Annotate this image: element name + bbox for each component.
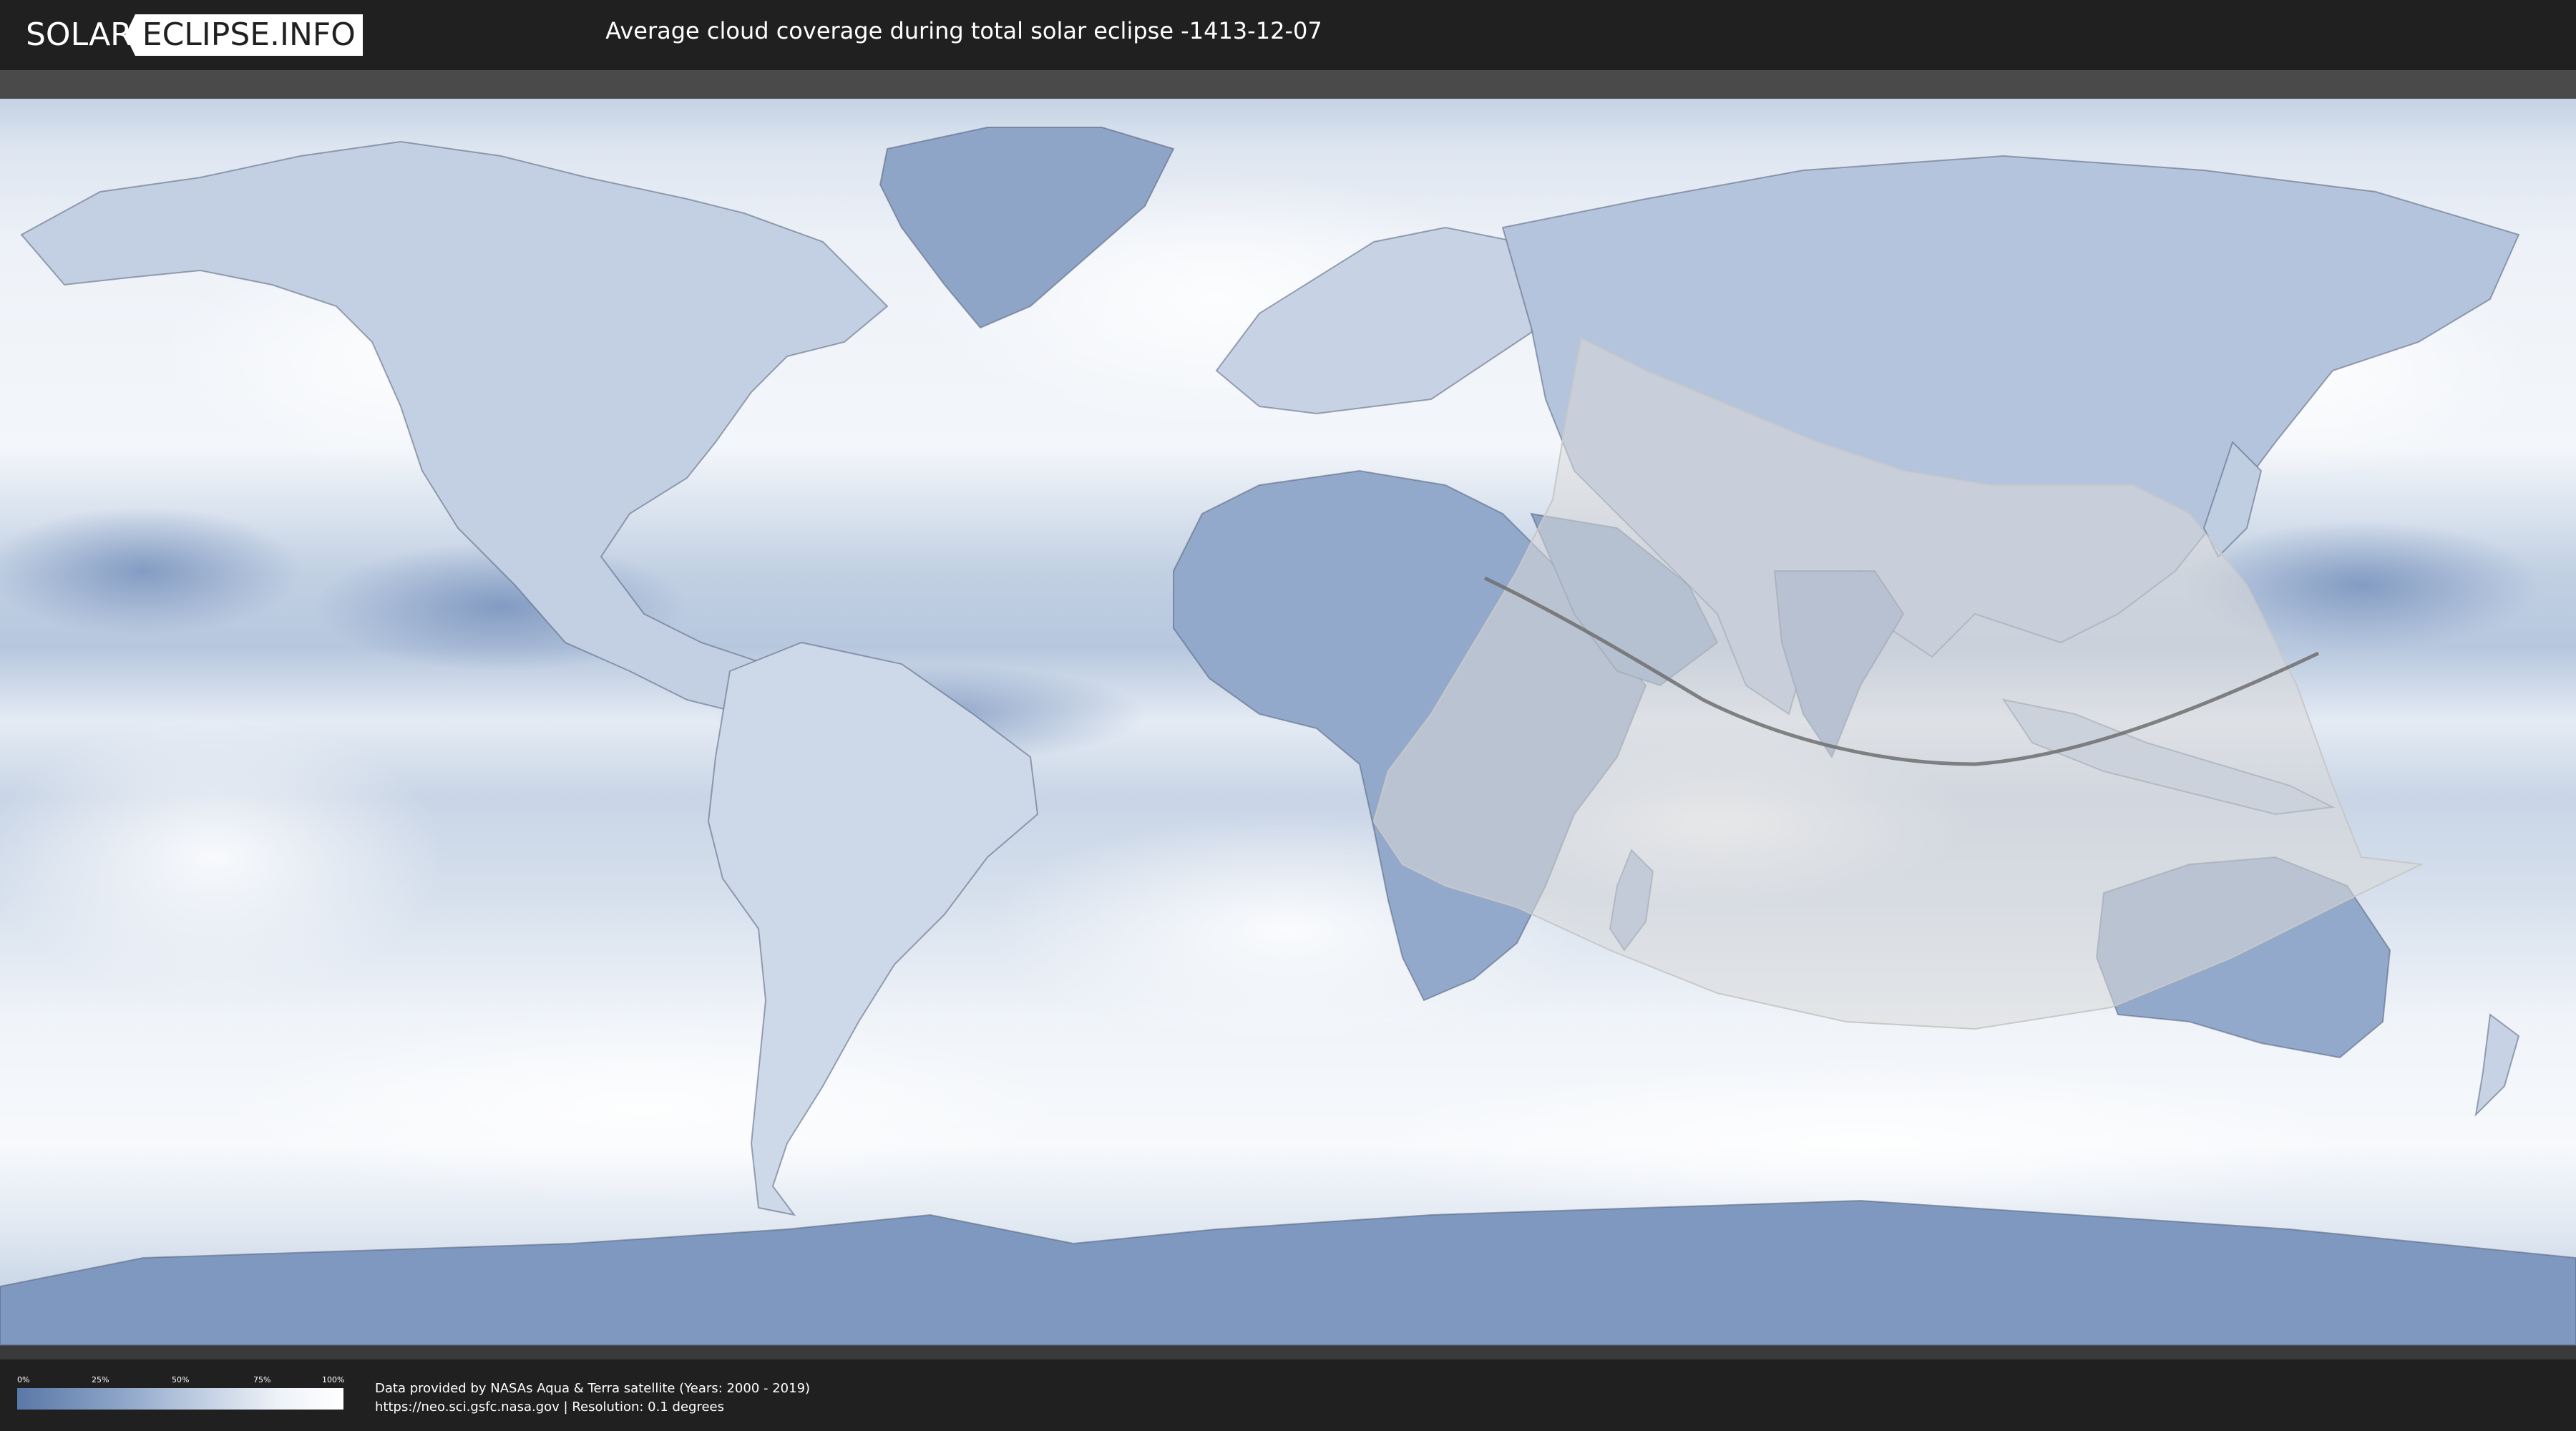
page-root: SOLAR ECLIPSE.INFO Average cloud coverag… xyxy=(0,0,2576,1431)
map-bottom-edge xyxy=(0,1345,2576,1359)
footer-bar: 0% 25% 50% 75% 100% Data provided by NAS… xyxy=(0,1359,2576,1431)
legend-tick-100: 100% xyxy=(322,1375,345,1384)
cloud-coverage-legend: 0% 25% 50% 75% 100% xyxy=(17,1375,345,1415)
data-credits: Data provided by NASAs Aqua & Terra sate… xyxy=(375,1379,810,1417)
world-map-svg xyxy=(0,70,2576,1359)
legend-tick-25: 25% xyxy=(92,1375,109,1384)
legend-tick-0: 0% xyxy=(17,1375,30,1384)
page-title: Average cloud coverage during total sola… xyxy=(605,17,1322,44)
credit-line-1: Data provided by NASAs Aqua & Terra sate… xyxy=(375,1381,811,1396)
cloud-coverage-map[interactable] xyxy=(0,70,2576,1359)
top-bar: SOLAR ECLIPSE.INFO Average cloud coverag… xyxy=(0,0,2576,70)
credit-line-2[interactable]: https://neo.sci.gsfc.nasa.gov | Resoluti… xyxy=(375,1398,810,1417)
legend-tick-50: 50% xyxy=(172,1375,190,1384)
legend-tick-75: 75% xyxy=(253,1375,271,1384)
map-top-edge xyxy=(0,70,2576,99)
legend-gradient-bar xyxy=(17,1388,343,1410)
legend-ticks: 0% 25% 50% 75% 100% xyxy=(17,1375,345,1385)
